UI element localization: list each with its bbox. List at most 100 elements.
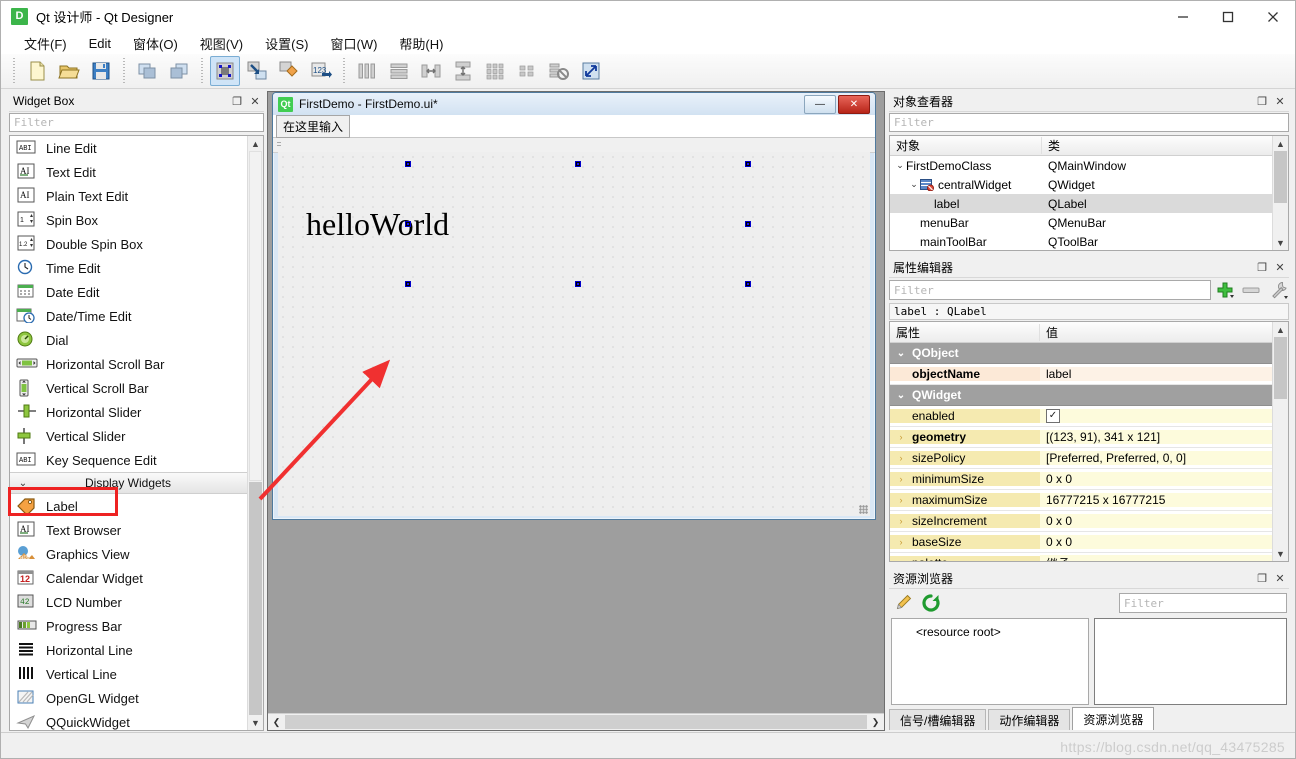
form-minimize-button[interactable]: —: [804, 94, 836, 114]
resize-handle-top-left[interactable]: [405, 161, 411, 167]
undo-icon[interactable]: [132, 56, 162, 86]
add-dynamic-property-icon[interactable]: [1215, 280, 1235, 300]
form-menu-bar[interactable]: 在这里输入: [273, 114, 875, 138]
widget-box-item[interactable]: Label: [10, 494, 250, 518]
object-tree[interactable]: 对象 类 ⌄ FirstDemoClass QMainWindow ⌄ centralW…: [889, 135, 1289, 251]
widget-box-item[interactable]: Date/Time Edit: [10, 304, 250, 328]
form-resize-grip[interactable]: [859, 505, 868, 514]
widget-box-item[interactable]: 12 Calendar Widget: [10, 566, 250, 590]
bottom-dock-tab[interactable]: 动作编辑器: [988, 709, 1071, 730]
resource-browser-filter-input[interactable]: Filter: [1119, 593, 1287, 613]
property-editor-filter-input[interactable]: Filter: [889, 280, 1211, 300]
open-form-icon[interactable]: [54, 56, 84, 86]
layout-grid-icon[interactable]: [480, 56, 510, 86]
property-group-row[interactable]: ⌄ QObject: [890, 343, 1275, 364]
property-row[interactable]: ›palette 继承: [890, 553, 1275, 561]
widget-box-item[interactable]: Date Edit: [10, 280, 250, 304]
property-group-row[interactable]: ⌄ QWidget: [890, 385, 1275, 406]
form-area-horizontal-scrollbar[interactable]: ❮ ❯: [268, 713, 884, 730]
chevron-down-icon[interactable]: ⌄: [890, 348, 912, 359]
widget-box-item[interactable]: 42 LCD Number: [10, 590, 250, 614]
resize-handle-bottom-left[interactable]: [405, 281, 411, 287]
layout-splitter-horizontal-icon[interactable]: [416, 56, 446, 86]
chevron-down-icon[interactable]: ⌄: [894, 160, 906, 171]
menu-help[interactable]: 帮助(H): [388, 32, 454, 55]
edit-buddies-icon[interactable]: [274, 56, 304, 86]
form-menu-placeholder[interactable]: 在这里输入: [276, 114, 351, 138]
scroll-up-icon[interactable]: ▲: [1273, 136, 1288, 151]
widget-box-item[interactable]: AI Plain Text Edit: [10, 184, 250, 208]
scroll-right-icon[interactable]: ❯: [867, 714, 884, 730]
scrollbar-thumb[interactable]: [1274, 151, 1287, 203]
property-row[interactable]: › minimumSize 0 x 0: [890, 469, 1275, 490]
menu-form[interactable]: 窗体(O): [122, 32, 189, 55]
widget-box-item[interactable]: Horizontal Slider: [10, 400, 250, 424]
widget-box-item[interactable]: ABI Line Edit: [10, 136, 250, 160]
minimize-icon[interactable]: [1160, 1, 1205, 32]
property-row[interactable]: › geometry [(123, 91), 341 x 121]: [890, 427, 1275, 448]
form-close-button[interactable]: ✕: [838, 94, 870, 114]
object-tree-row[interactable]: label QLabel: [890, 194, 1288, 213]
property-row[interactable]: objectName label: [890, 364, 1275, 385]
layout-horizontally-icon[interactable]: [352, 56, 382, 86]
maximize-icon[interactable]: [1205, 1, 1250, 32]
bottom-dock-tab[interactable]: 资源浏览器: [1072, 707, 1155, 730]
object-tree-row[interactable]: menuBar QMenuBar: [890, 213, 1288, 232]
menu-file[interactable]: 文件(F): [13, 32, 78, 55]
scroll-down-icon[interactable]: ▼: [1273, 546, 1288, 561]
edit-tab-order-icon[interactable]: 123: [306, 56, 336, 86]
layout-vertically-icon[interactable]: [384, 56, 414, 86]
widget-box-item[interactable]: AI Text Edit: [10, 160, 250, 184]
property-row[interactable]: › sizeIncrement 0 x 0: [890, 511, 1275, 532]
scroll-down-icon[interactable]: ▼: [1273, 235, 1288, 250]
remove-dynamic-property-icon[interactable]: [1241, 280, 1261, 300]
widget-box-item[interactable]: Time Edit: [10, 256, 250, 280]
pencil-edit-icon[interactable]: [889, 593, 917, 613]
property-row[interactable]: › baseSize 0 x 0: [890, 532, 1275, 553]
resize-handle-top-center[interactable]: [575, 161, 581, 167]
form-canvas[interactable]: helloWorld: [278, 152, 870, 516]
widget-box-category-display-widgets[interactable]: ⌄ Display Widgets: [10, 472, 250, 494]
chevron-right-icon[interactable]: ›: [890, 537, 912, 547]
chevron-right-icon[interactable]: ›: [890, 432, 912, 442]
object-tree-row[interactable]: ⌄ centralWidget QWidget: [890, 175, 1288, 194]
new-form-icon[interactable]: [22, 56, 52, 86]
menu-view[interactable]: 视图(V): [189, 32, 254, 55]
bottom-dock-tab[interactable]: 信号/槽编辑器: [889, 709, 987, 730]
property-row[interactable]: enabled ✓: [890, 406, 1275, 427]
close-icon[interactable]: ✕: [1271, 572, 1289, 585]
layout-splitter-vertical-icon[interactable]: [448, 56, 478, 86]
close-icon[interactable]: [1250, 1, 1295, 32]
widget-box-item[interactable]: Vertical Line: [10, 662, 250, 686]
property-row[interactable]: › maximumSize 16777215 x 16777215: [890, 490, 1275, 511]
widget-box-item[interactable]: abc Graphics View: [10, 542, 250, 566]
menu-edit[interactable]: Edit: [78, 34, 122, 53]
object-tree-row[interactable]: mainToolBar QToolBar: [890, 232, 1288, 250]
scrollbar-thumb[interactable]: [249, 151, 262, 481]
edit-widgets-icon[interactable]: [210, 56, 240, 86]
chevron-right-icon[interactable]: ›: [890, 516, 912, 526]
scroll-down-icon[interactable]: ▼: [248, 715, 263, 730]
widget-box-filter-input[interactable]: Filter: [9, 113, 264, 132]
menu-settings[interactable]: 设置(S): [254, 32, 319, 55]
widget-box-item[interactable]: OpenGL Widget: [10, 686, 250, 710]
resource-tree[interactable]: <resource root>: [891, 618, 1089, 705]
scrollbar-track-lower[interactable]: [249, 482, 262, 715]
resize-handle-bottom-right[interactable]: [745, 281, 751, 287]
enabled-checkbox[interactable]: ✓: [1046, 409, 1060, 423]
widget-box-item[interactable]: Horizontal Line: [10, 638, 250, 662]
scroll-left-icon[interactable]: ❮: [268, 714, 285, 730]
resource-preview-pane[interactable]: [1094, 618, 1287, 705]
scrollbar-thumb[interactable]: [1274, 337, 1287, 399]
object-tree-row[interactable]: ⌄ FirstDemoClass QMainWindow: [890, 156, 1288, 175]
widget-box-item[interactable]: Horizontal Scroll Bar: [10, 352, 250, 376]
widget-box-item[interactable]: AI Text Browser: [10, 518, 250, 542]
property-table[interactable]: 属性 值 ⌄ QObject objectName label ⌄ QWidget enab…: [889, 321, 1289, 562]
widget-box-list[interactable]: ABI Line Edit AI Text Edit AI Plain Text Edit…: [9, 135, 264, 731]
reload-icon[interactable]: [917, 593, 945, 613]
chevron-down-icon[interactable]: ⌄: [890, 390, 912, 401]
chevron-right-icon[interactable]: ›: [890, 453, 912, 463]
adjust-size-icon[interactable]: [576, 56, 606, 86]
widget-box-item[interactable]: 1 Spin Box: [10, 208, 250, 232]
chevron-right-icon[interactable]: ›: [890, 495, 912, 505]
